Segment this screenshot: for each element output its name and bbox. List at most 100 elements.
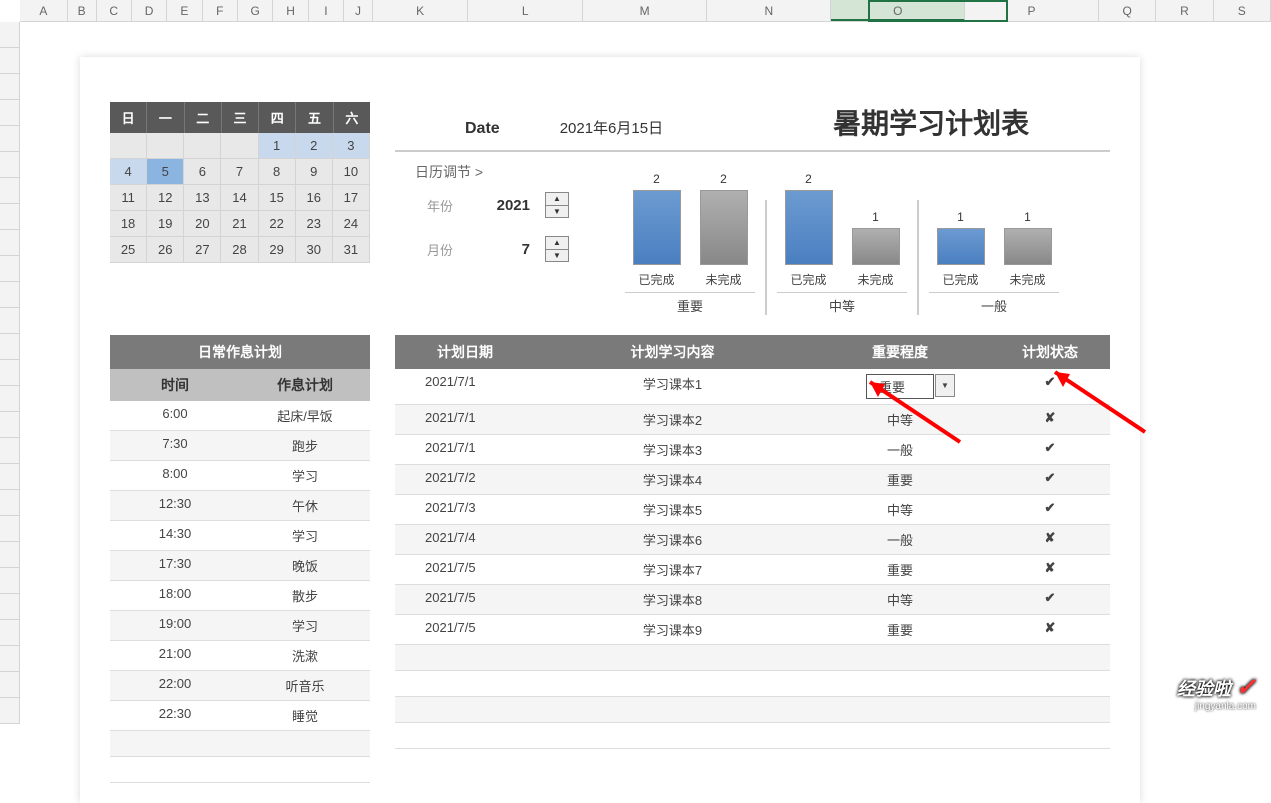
table-row[interactable]: 22:00听音乐 — [110, 671, 370, 701]
month-spinner[interactable]: ▲ ▼ — [545, 236, 569, 262]
row-header[interactable] — [0, 204, 20, 230]
col-header-F[interactable]: F — [203, 0, 238, 21]
calendar-day-cell[interactable]: 16 — [296, 185, 333, 211]
col-header-K[interactable]: K — [373, 0, 469, 21]
row-header[interactable] — [0, 412, 20, 438]
row-header[interactable] — [0, 490, 20, 516]
month-up-button[interactable]: ▲ — [546, 237, 568, 250]
year-up-button[interactable]: ▲ — [546, 193, 568, 206]
row-header[interactable] — [0, 230, 20, 256]
calendar-day-cell[interactable]: 7 — [221, 159, 258, 185]
row-header[interactable] — [0, 256, 20, 282]
row-header[interactable] — [0, 594, 20, 620]
row-header[interactable] — [0, 100, 20, 126]
spreadsheet-content[interactable]: 日一二三四五六 12345678910111213141516171819202… — [20, 22, 1271, 712]
month-down-button[interactable]: ▼ — [546, 250, 568, 262]
table-row[interactable]: 2021/7/5学习课本9重要✘ — [395, 615, 1110, 645]
calendar-day-cell[interactable]: 4 — [110, 159, 147, 185]
row-header[interactable] — [0, 568, 20, 594]
priority-cell[interactable]: 中等 — [810, 405, 990, 434]
row-header[interactable] — [0, 282, 20, 308]
calendar-day-cell[interactable]: 19 — [147, 211, 184, 237]
priority-cell[interactable]: 重要 — [810, 615, 990, 644]
calendar-day-cell[interactable]: 18 — [110, 211, 147, 237]
table-row[interactable]: 22:30睡觉 — [110, 701, 370, 731]
table-row[interactable]: 2021/7/2学习课本4重要✔ — [395, 465, 1110, 495]
col-header-R[interactable]: R — [1156, 0, 1213, 21]
calendar-day-cell[interactable]: 20 — [184, 211, 221, 237]
row-header[interactable] — [0, 126, 20, 152]
table-row[interactable]: 2021/7/1学习课本1重要▼✔ — [395, 369, 1110, 405]
col-header-B[interactable]: B — [68, 0, 97, 21]
row-header[interactable] — [0, 646, 20, 672]
calendar-day-cell[interactable]: 10 — [333, 159, 370, 185]
table-row[interactable]: 2021/7/5学习课本8中等✔ — [395, 585, 1110, 615]
priority-cell[interactable]: 重要 — [810, 465, 990, 494]
calendar-day-cell[interactable]: 1 — [259, 133, 296, 159]
col-header-D[interactable]: D — [132, 0, 167, 21]
row-header[interactable] — [0, 48, 20, 74]
col-header-P[interactable]: P — [965, 0, 1099, 21]
table-row[interactable]: 17:30晚饭 — [110, 551, 370, 581]
table-row[interactable]: 8:00学习 — [110, 461, 370, 491]
calendar-day-cell[interactable]: 22 — [259, 211, 296, 237]
col-header-I[interactable]: I — [309, 0, 344, 21]
priority-cell[interactable]: 一般 — [810, 435, 990, 464]
calendar-day-cell[interactable]: 25 — [110, 237, 147, 263]
calendar-day-cell[interactable]: 29 — [259, 237, 296, 263]
dropdown-arrow-icon[interactable]: ▼ — [935, 374, 955, 397]
table-row[interactable]: 2021/7/3学习课本5中等✔ — [395, 495, 1110, 525]
row-header[interactable] — [0, 542, 20, 568]
table-row[interactable]: 6:00起床/早饭 — [110, 401, 370, 431]
col-header-N[interactable]: N — [707, 0, 831, 21]
table-row[interactable]: 18:00散步 — [110, 581, 370, 611]
col-header-E[interactable]: E — [167, 0, 202, 21]
table-row[interactable]: 21:00洗漱 — [110, 641, 370, 671]
calendar-day-cell[interactable]: 12 — [147, 185, 184, 211]
calendar-day-cell[interactable]: 21 — [221, 211, 258, 237]
year-down-button[interactable]: ▼ — [546, 206, 568, 218]
calendar-day-cell[interactable]: 2 — [296, 133, 333, 159]
table-row[interactable]: 14:30学习 — [110, 521, 370, 551]
table-row[interactable]: 2021/7/5学习课本7重要✘ — [395, 555, 1110, 585]
year-spinner[interactable]: ▲ ▼ — [545, 192, 569, 218]
row-header[interactable] — [0, 152, 20, 178]
col-header-O[interactable]: O — [831, 0, 965, 21]
priority-cell[interactable]: 一般 — [810, 525, 990, 554]
row-header[interactable] — [0, 672, 20, 698]
calendar-day-cell[interactable]: 26 — [147, 237, 184, 263]
row-header[interactable] — [0, 334, 20, 360]
row-header[interactable] — [0, 386, 20, 412]
priority-cell-selected[interactable]: 重要▼ — [810, 369, 990, 404]
priority-cell[interactable]: 重要 — [810, 555, 990, 584]
col-header-A[interactable]: A — [20, 0, 68, 21]
calendar-day-cell[interactable]: 30 — [296, 237, 333, 263]
table-row[interactable]: 2021/7/4学习课本6一般✘ — [395, 525, 1110, 555]
table-row[interactable]: 7:30跑步 — [110, 431, 370, 461]
table-row[interactable]: 2021/7/1学习课本3一般✔ — [395, 435, 1110, 465]
row-header[interactable] — [0, 620, 20, 646]
calendar-day-cell[interactable]: 24 — [333, 211, 370, 237]
col-header-M[interactable]: M — [583, 0, 707, 21]
calendar-day-cell[interactable]: 28 — [221, 237, 258, 263]
priority-cell[interactable]: 中等 — [810, 585, 990, 614]
calendar-day-cell[interactable]: 13 — [184, 185, 221, 211]
col-header-C[interactable]: C — [97, 0, 132, 21]
calendar-day-cell[interactable]: 14 — [221, 185, 258, 211]
calendar-day-cell[interactable]: 6 — [184, 159, 221, 185]
calendar-day-cell[interactable]: 31 — [333, 237, 370, 263]
col-header-H[interactable]: H — [273, 0, 308, 21]
row-header[interactable] — [0, 698, 20, 724]
calendar-day-cell[interactable]: 17 — [333, 185, 370, 211]
table-row[interactable]: 19:00学习 — [110, 611, 370, 641]
row-header[interactable] — [0, 360, 20, 386]
row-header[interactable] — [0, 22, 20, 48]
calendar-day-cell[interactable]: 3 — [333, 133, 370, 159]
table-row[interactable]: 12:30午休 — [110, 491, 370, 521]
calendar-day-cell[interactable]: 23 — [296, 211, 333, 237]
col-header-J[interactable]: J — [344, 0, 373, 21]
row-header[interactable] — [0, 74, 20, 100]
calendar-day-cell[interactable]: 5 — [147, 159, 184, 185]
row-header[interactable] — [0, 464, 20, 490]
row-header[interactable] — [0, 516, 20, 542]
